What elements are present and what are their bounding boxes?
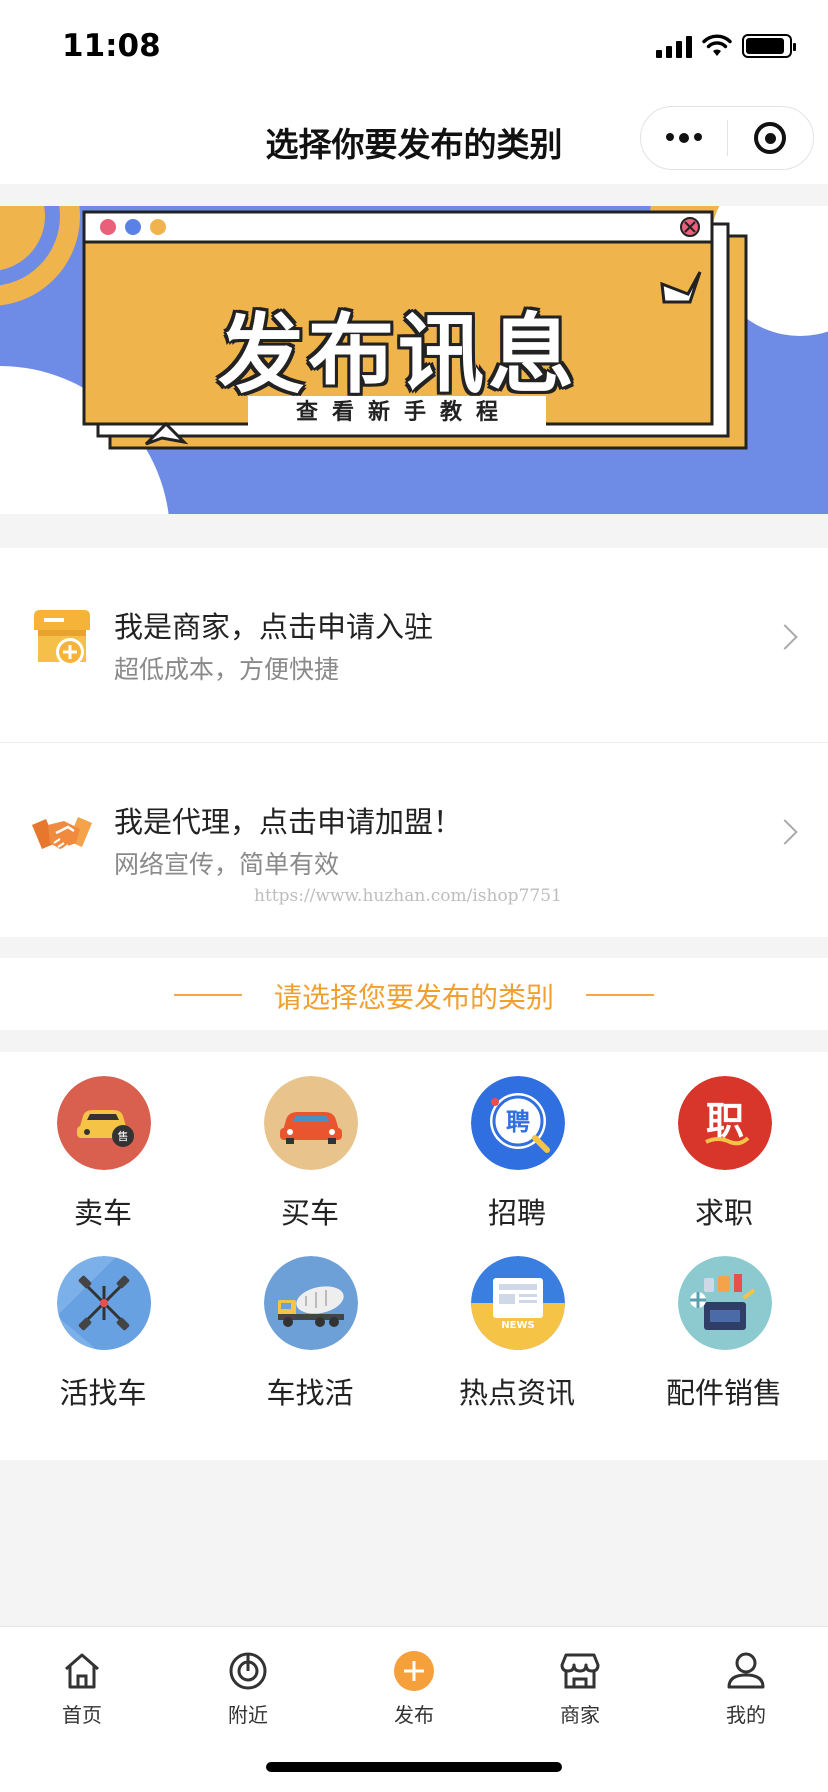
tab-publish[interactable]: 发布 (354, 1637, 474, 1737)
more-button[interactable] (641, 107, 727, 169)
category-sell-car[interactable]: 售 卖车 (13, 1052, 193, 1232)
chevron-right-icon (772, 624, 798, 650)
tab-home[interactable]: 首页 (22, 1637, 142, 1737)
svg-text:售: 售 (118, 1129, 129, 1143)
category-parts-sales[interactable]: 配件销售 (634, 1232, 814, 1412)
target-circle-icon (754, 122, 787, 154)
tab-label: 我的 (726, 1703, 766, 1727)
mixer-truck-icon (264, 1256, 358, 1350)
banner-tutorial-link[interactable]: 查看新手教程 (248, 396, 546, 430)
category-job-seek[interactable]: 职 求职 (634, 1052, 814, 1232)
signal-icon (656, 34, 692, 58)
handshake-icon (32, 817, 92, 850)
category-label: 活找车 (59, 1376, 147, 1410)
svg-text:NEWS: NEWS (501, 1320, 534, 1331)
publish-plus-icon (394, 1651, 434, 1691)
banner-title: 发布讯息 (218, 305, 578, 405)
status-time: 11:08 (62, 28, 161, 64)
profile-icon (727, 1652, 765, 1689)
shop-plus-icon (34, 610, 90, 666)
category-label: 热点资讯 (458, 1376, 575, 1410)
category-label: 卖车 (73, 1196, 132, 1230)
category-section-header: 请选择您要发布的类别 (0, 958, 828, 1030)
sell-car-icon: 售 (57, 1076, 151, 1170)
store-icon (560, 1653, 600, 1689)
merchant-join-subtitle: 超低成本，方便快捷 (114, 655, 340, 684)
category-recruit[interactable]: 聘 招聘 (427, 1052, 607, 1232)
merchant-join-title: 我是商家，点击申请入驻 (114, 610, 434, 644)
category-label: 招聘 (487, 1196, 546, 1230)
section-line-right (586, 994, 654, 996)
agent-join-row[interactable]: 我是代理，点击申请加盟！ 网络宣传，简单有效 (0, 743, 828, 937)
category-label: 车找活 (266, 1376, 354, 1410)
tab-label: 商家 (560, 1703, 600, 1727)
merchant-join-row[interactable]: 我是商家，点击申请入驻 超低成本，方便快捷 (0, 548, 828, 742)
category-work-find-car[interactable]: 活找车 (13, 1232, 193, 1412)
home-indicator (266, 1762, 562, 1772)
status-bar: 11:08 (0, 0, 828, 96)
nav-bar: 选择你要发布的类别 (0, 96, 828, 184)
nearby-icon (229, 1652, 267, 1690)
category-label: 求职 (694, 1196, 753, 1230)
category-label: 买车 (280, 1196, 339, 1230)
more-dots-icon (665, 133, 702, 143)
recruit-icon: 聘 (471, 1076, 565, 1170)
parts-icon (678, 1256, 772, 1350)
tab-profile[interactable]: 我的 (686, 1637, 806, 1737)
tab-label: 附近 (228, 1703, 268, 1727)
wifi-icon (702, 34, 732, 56)
svg-text:职: 职 (706, 1099, 744, 1143)
buy-car-icon (264, 1076, 358, 1170)
battery-icon (742, 34, 796, 58)
category-hot-news[interactable]: NEWS 热点资讯 (427, 1232, 607, 1412)
agent-join-title: 我是代理，点击申请加盟！ (114, 805, 463, 839)
tab-label: 发布 (394, 1703, 434, 1727)
category-car-find-work[interactable]: 车找活 (220, 1232, 400, 1412)
publish-banner[interactable]: 发布讯息 查看新手教程 (0, 206, 828, 514)
svg-text:聘: 聘 (506, 1108, 530, 1136)
category-section-title: 请选择您要发布的类别 (273, 981, 554, 1014)
watermark-text: https://www.huzhan.com/ishop7751 (254, 886, 562, 906)
tab-merchants[interactable]: 商家 (520, 1637, 640, 1737)
category-buy-car[interactable]: 买车 (220, 1052, 400, 1232)
category-grid: 售 卖车 买车 聘 招聘 职 求职 活找车 车找活 NEWS 热点资讯 配件销售 (0, 1052, 828, 1460)
chevron-right-icon (772, 819, 798, 845)
job-seek-icon: 职 (678, 1076, 772, 1170)
status-icons (656, 34, 796, 58)
category-label: 配件销售 (665, 1376, 782, 1410)
close-miniprogram-button[interactable] (728, 107, 814, 169)
tab-label: 首页 (62, 1703, 102, 1727)
agent-join-subtitle: 网络宣传，简单有效 (114, 850, 340, 879)
mini-program-capsule (640, 106, 814, 170)
news-icon: NEWS (471, 1256, 565, 1350)
tab-nearby[interactable]: 附近 (188, 1637, 308, 1737)
chassis-icon (57, 1256, 151, 1350)
home-icon (65, 1653, 99, 1689)
